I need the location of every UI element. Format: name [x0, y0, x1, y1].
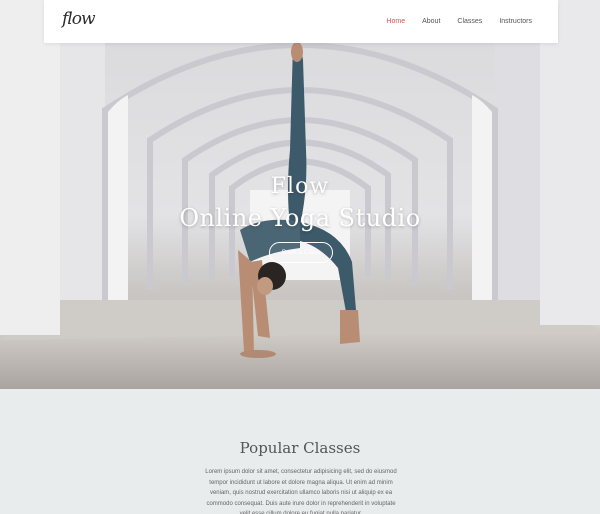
book-class-button[interactable]: Book a Class — [269, 242, 333, 263]
popular-classes-section: Popular Classes Lorem ipsum dolor sit am… — [0, 389, 600, 514]
hero-title-line1: Flow — [270, 174, 330, 199]
section-title: Popular Classes — [239, 439, 361, 457]
nav-link-instructors[interactable]: Instructors — [499, 18, 532, 25]
nav-links: Home About Classes Instructors — [369, 0, 532, 43]
nav-link-about[interactable]: About — [422, 18, 440, 25]
nav-link-classes[interactable]: Classes — [457, 18, 482, 25]
top-navbar: flow Home About Classes Instructors — [44, 0, 558, 43]
page: Flow Online Yoga Studio Book a Class flo… — [0, 0, 600, 514]
nav-link-home[interactable]: Home — [386, 18, 405, 25]
hero-section: Flow Online Yoga Studio Book a Class — [0, 0, 600, 389]
section-description: Lorem ipsum dolor sit amet, consectetur … — [205, 469, 397, 514]
brand-logo[interactable]: flow — [62, 9, 96, 29]
hero-title-line2: Online Yoga Studio — [179, 204, 421, 232]
